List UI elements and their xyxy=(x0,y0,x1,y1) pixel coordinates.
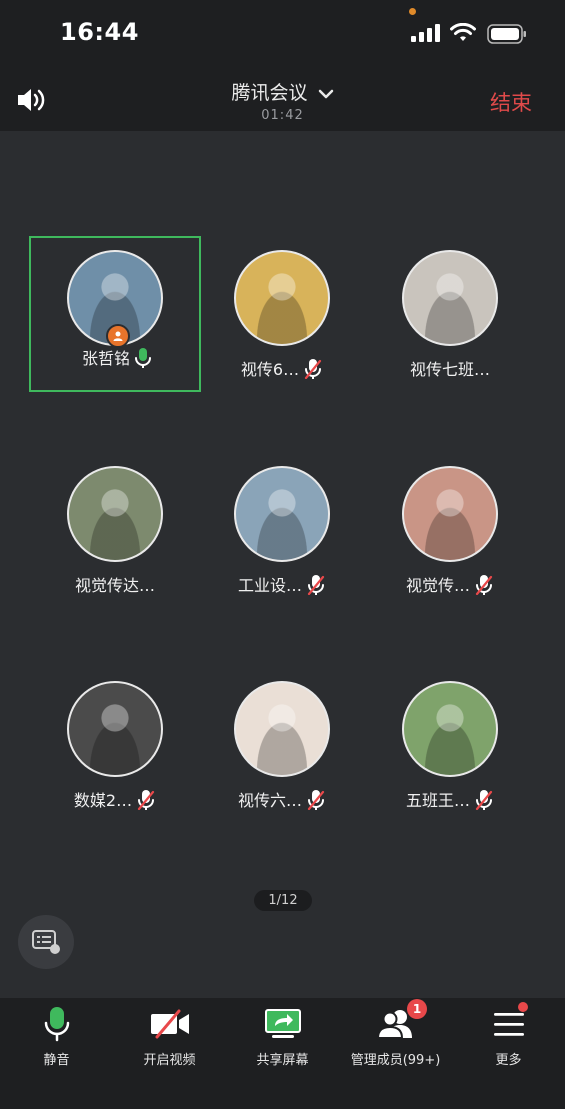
participant-tile[interactable]: 视传七班… xyxy=(364,236,536,392)
participant-name: 视觉传达… xyxy=(74,576,155,595)
mic-muted-icon xyxy=(307,790,325,811)
participant-avatar xyxy=(234,466,330,562)
start-video-button[interactable]: 开启视频 xyxy=(113,998,226,1078)
mic-muted-icon xyxy=(475,790,493,811)
participant-name-row: 视传七班… xyxy=(364,356,536,380)
meeting-header: 腾讯会议 01:42 结束 xyxy=(0,68,565,131)
participant-name-row: 视觉传… xyxy=(364,572,536,596)
share-screen-label: 共享屏幕 xyxy=(256,1053,309,1068)
participant-name-row: 数媒2… xyxy=(29,787,201,811)
participant-name-row: 张哲铭 xyxy=(31,345,203,369)
participant-name: 视觉传… xyxy=(405,576,470,595)
participant-tile[interactable]: 视传6… xyxy=(196,236,368,392)
manage-members-label: 管理成员(99+) xyxy=(350,1053,441,1068)
meeting-duration: 01:42 xyxy=(261,108,304,123)
bottom-toolbar: 静音 开启视频 共享屏幕 1 管理成员(99+) 更多 xyxy=(0,998,565,1109)
participant-tile[interactable]: 工业设… xyxy=(196,452,368,608)
start-video-label: 开启视频 xyxy=(143,1053,196,1068)
more-notification-dot xyxy=(518,1002,528,1012)
participant-avatar xyxy=(234,250,330,346)
participant-avatar xyxy=(402,250,498,346)
chat-icon xyxy=(32,930,60,954)
end-meeting-button[interactable]: 结束 xyxy=(490,87,532,117)
participant-tile[interactable]: 五班王… xyxy=(364,667,536,823)
participant-name: 张哲铭 xyxy=(81,349,130,368)
participant-name-row: 五班王… xyxy=(364,787,536,811)
mic-icon xyxy=(135,348,151,368)
participant-avatar xyxy=(234,681,330,777)
participant-tile[interactable]: 张哲铭 xyxy=(29,236,201,392)
page-indicator: 1/12 xyxy=(254,890,312,911)
manage-members-button[interactable]: 1 管理成员(99+) xyxy=(339,998,452,1078)
participant-name: 视传七班… xyxy=(409,360,490,379)
participant-name-row: 视传6… xyxy=(196,356,368,380)
participant-tile[interactable]: 视觉传… xyxy=(364,452,536,608)
participant-avatar xyxy=(402,466,498,562)
mute-label: 静音 xyxy=(43,1053,70,1068)
chat-button[interactable] xyxy=(18,915,74,969)
participant-tile[interactable]: 视觉传达… xyxy=(29,452,201,608)
recording-dot-icon xyxy=(409,8,416,15)
mic-muted-icon xyxy=(307,575,325,596)
participant-avatar xyxy=(402,681,498,777)
members-badge: 1 xyxy=(407,999,427,1019)
share-screen-icon xyxy=(264,1009,301,1038)
participant-name: 五班王… xyxy=(405,791,470,810)
participant-name: 视传6… xyxy=(240,360,300,379)
mic-muted-icon xyxy=(137,790,155,811)
more-label: 更多 xyxy=(495,1053,522,1068)
meeting-title-text: 腾讯会议 xyxy=(231,82,308,104)
mic-muted-icon xyxy=(304,359,322,380)
menu-icon xyxy=(493,1013,524,1036)
mute-button[interactable]: 静音 xyxy=(0,998,113,1078)
battery-icon xyxy=(487,24,526,44)
more-button[interactable]: 更多 xyxy=(452,998,565,1078)
mic-muted-icon xyxy=(475,575,493,596)
camera-off-icon xyxy=(150,1009,189,1039)
status-time: 16:44 xyxy=(60,18,139,46)
participant-name-row: 工业设… xyxy=(196,572,368,596)
share-screen-button[interactable]: 共享屏幕 xyxy=(226,998,339,1078)
meeting-title[interactable]: 腾讯会议 xyxy=(0,78,565,105)
signal-icon xyxy=(411,24,440,42)
participant-tile[interactable]: 数媒2… xyxy=(29,667,201,823)
status-bar: 16:44 xyxy=(0,0,565,68)
mic-icon xyxy=(44,1007,69,1042)
chevron-down-icon xyxy=(318,89,333,98)
participant-name: 数媒2… xyxy=(73,791,133,810)
participant-name: 视传六… xyxy=(237,791,302,810)
participant-name: 工业设… xyxy=(237,576,302,595)
wifi-icon xyxy=(450,23,476,41)
participant-avatar xyxy=(67,681,163,777)
participant-avatar xyxy=(67,466,163,562)
participant-name-row: 视觉传达… xyxy=(29,572,201,596)
participant-tile[interactable]: 视传六… xyxy=(196,667,368,823)
participant-name-row: 视传六… xyxy=(196,787,368,811)
